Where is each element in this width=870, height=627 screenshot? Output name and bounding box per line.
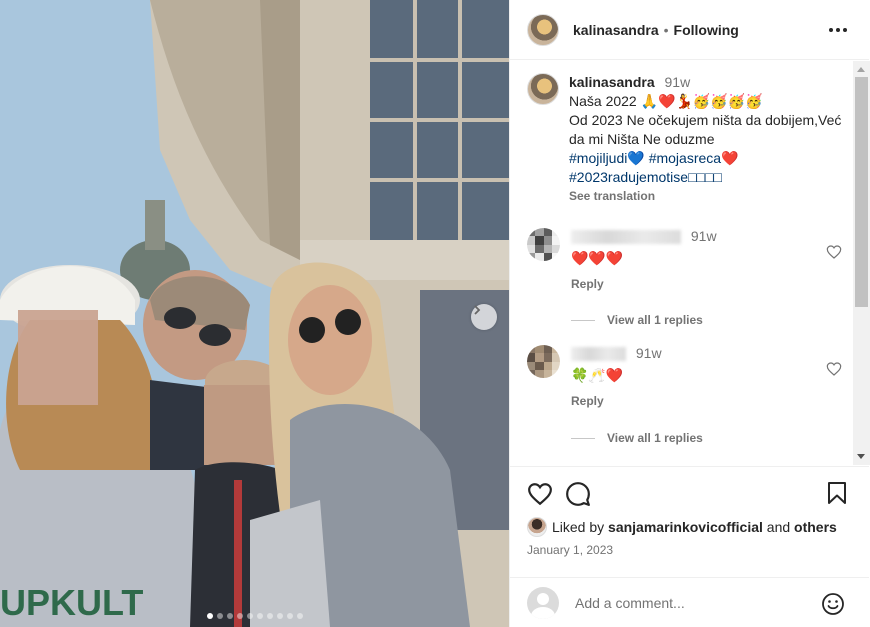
hashtag-mojiljudi[interactable]: #mojiljudi — [569, 150, 627, 166]
hashtag1-emoji: 💙 — [627, 150, 645, 166]
scroll-up-arrow-icon[interactable] — [857, 67, 865, 72]
comment-time[interactable]: 91w — [691, 228, 717, 244]
hashtag2-emoji: ❤️ — [721, 150, 739, 166]
view-replies-button[interactable]: View all 1 replies — [571, 313, 703, 327]
caption-line-1: Naša 2022 🙏❤️💃🥳🥳🥳🥳 — [569, 93, 763, 109]
add-comment-bar — [510, 577, 869, 627]
carousel-dot — [286, 613, 293, 619]
hashtag-2023radujemotise[interactable]: #2023radujemotise — [569, 169, 688, 185]
carousel-dot — [256, 613, 263, 619]
comment-text: 🍀🥂❤️ — [571, 367, 624, 384]
caption-time[interactable]: 91w — [665, 74, 691, 90]
current-user-avatar — [527, 586, 559, 619]
comment-like-heart-icon[interactable] — [826, 361, 842, 377]
more-dot — [836, 28, 840, 32]
caption-username[interactable]: kalinasandra — [569, 74, 655, 90]
likes-others-link[interactable]: others — [794, 519, 837, 535]
heart-icon[interactable] — [527, 481, 553, 507]
header-separator: • — [663, 21, 669, 38]
carousel-indicator — [0, 613, 509, 619]
carousel-dot — [206, 613, 213, 619]
carousel-dot — [296, 613, 303, 619]
next-slide-button[interactable] — [471, 304, 497, 330]
caption-line-2: Od 2023 Ne očekujem ništa da dobijem,Već… — [569, 112, 842, 147]
liker-avatar[interactable] — [527, 517, 547, 537]
scroll-down-arrow-icon[interactable] — [857, 454, 865, 459]
comments-scroll-area[interactable]: kalinasandra 91w Naša 2022 🙏❤️💃🥳🥳🥳🥳 Od 2… — [510, 61, 869, 465]
reply-button[interactable]: Reply — [571, 277, 847, 291]
comment-time[interactable]: 91w — [636, 345, 662, 361]
hashtag-mojasreca[interactable]: #mojasreca — [649, 150, 721, 166]
post-sidebar: kalinasandra • Following kalinasandra 91… — [509, 0, 870, 627]
comment-icon[interactable] — [565, 481, 591, 507]
more-horizontal-icon — [829, 28, 833, 32]
more-options-button[interactable] — [829, 22, 849, 38]
author-avatar[interactable] — [527, 13, 559, 46]
view-replies-label: View all 1 replies — [607, 313, 703, 327]
add-comment-input[interactable] — [575, 594, 805, 611]
scrollbar-thumb[interactable] — [855, 77, 868, 307]
caption-avatar[interactable] — [527, 73, 559, 105]
comment-item: 91w ❤️❤️❤️ Reply — [527, 228, 847, 291]
post-photo: UPKULT — [0, 0, 509, 627]
reply-button[interactable]: Reply — [571, 394, 847, 408]
view-replies-label: View all 1 replies — [607, 431, 703, 445]
more-dot — [843, 28, 847, 32]
liked-by-prefix: Liked by — [552, 519, 605, 535]
author-username[interactable]: kalinasandra — [573, 22, 659, 38]
view-replies-button[interactable]: View all 1 replies — [571, 431, 703, 445]
following-button[interactable]: Following — [674, 22, 739, 38]
carousel-dot — [226, 613, 233, 619]
see-translation-link[interactable]: See translation — [569, 187, 847, 206]
emoji-icon[interactable] — [821, 592, 845, 616]
comment-like-heart-icon[interactable] — [826, 244, 842, 260]
post-caption: kalinasandra 91w Naša 2022 🙏❤️💃🥳🥳🥳🥳 Od 2… — [527, 73, 847, 206]
comment-text: ❤️❤️❤️ — [571, 250, 624, 267]
post-actions: Liked by sanjamarinkovicofficial and oth… — [510, 466, 869, 566]
view-replies-line — [571, 319, 595, 321]
commenter-avatar[interactable] — [527, 345, 560, 378]
instagram-post: UPKULT kalinasandra • Following kalinasa… — [0, 0, 870, 627]
view-replies-line — [571, 437, 595, 439]
post-media[interactable]: UPKULT — [0, 0, 509, 627]
post-header: kalinasandra • Following — [510, 0, 869, 60]
chevron-right-icon — [474, 305, 481, 315]
carousel-dot — [266, 613, 273, 619]
liker-username[interactable]: sanjamarinkovicofficial — [608, 519, 763, 535]
carousel-dot — [216, 613, 223, 619]
hashtag3-suffix: □□□□ — [688, 169, 722, 185]
commenter-avatar[interactable] — [527, 228, 560, 261]
carousel-dot — [236, 613, 243, 619]
bookmark-icon[interactable] — [825, 481, 849, 505]
liked-by-and: and — [766, 519, 791, 535]
comment-item: 91w 🍀🥂❤️ Reply — [527, 345, 847, 408]
carousel-dot — [276, 613, 283, 619]
commenter-username-blurred[interactable] — [571, 230, 681, 245]
commenter-username-blurred[interactable] — [571, 347, 626, 362]
carousel-dot — [246, 613, 253, 619]
liked-by-summary: Liked by sanjamarinkovicofficial and oth… — [527, 517, 837, 537]
comments-scrollbar[interactable] — [853, 61, 870, 465]
post-date[interactable]: January 1, 2023 — [527, 543, 613, 557]
